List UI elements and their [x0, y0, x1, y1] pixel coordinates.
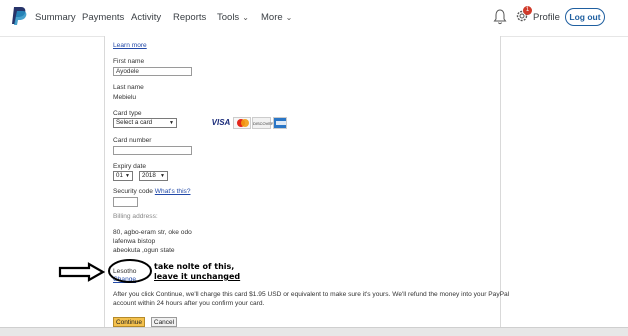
card-type-value: Select a card	[116, 119, 153, 126]
dropdown-arrow-icon: ▼	[125, 173, 130, 179]
billing-address-line3: abeokuta ,ogun state	[113, 247, 175, 254]
card-number-label: Card number	[113, 137, 152, 144]
billing-country: Lesotho	[113, 268, 137, 275]
profile-link[interactable]: Profile	[533, 12, 560, 23]
discover-logo: DISCOVER	[252, 117, 274, 129]
whats-this-link[interactable]: What's this?	[155, 188, 191, 195]
last-name-label: Last name	[113, 84, 144, 91]
card-type-label: Card type	[113, 110, 142, 117]
billing-address-label: Billing address:	[113, 213, 158, 220]
expiry-date-label: Expiry date	[113, 163, 146, 170]
expiry-year-value: 2018	[142, 172, 156, 179]
first-name-label: First name	[113, 58, 145, 65]
nav-activity[interactable]: Activity	[131, 12, 161, 23]
logout-button[interactable]: Log out	[565, 8, 605, 26]
add-card-form: Learn more First name Ayodele Last name …	[104, 36, 509, 335]
last-name-value: Mebielu	[113, 94, 137, 101]
nav-tools[interactable]: Tools ⌄	[217, 12, 249, 23]
nav-payments[interactable]: Payments	[82, 12, 124, 23]
dropdown-arrow-icon: ▼	[169, 120, 174, 126]
nav-more-label: More	[261, 12, 283, 23]
mastercard-logo-icon	[233, 117, 251, 129]
annotation-note: take nolte of this, leave it unchanged	[154, 262, 240, 282]
billing-address-line1: 80, agbo-eram str, oke odo	[113, 229, 192, 236]
chevron-down-icon: ⌄	[242, 13, 249, 22]
expiry-month-value: 01	[116, 172, 123, 179]
annotation-arrow-icon	[58, 262, 106, 282]
cancel-button[interactable]: Cancel	[151, 317, 177, 327]
notification-badge: 1	[523, 6, 532, 15]
disclaimer-line1: After you click Continue, we'll charge t…	[113, 291, 510, 298]
change-address-link[interactable]: Change	[113, 276, 136, 283]
security-code-label: Security code What's this?	[113, 188, 191, 195]
expiry-month-select[interactable]: 01 ▼	[113, 171, 133, 181]
chevron-down-icon: ⌄	[285, 13, 293, 22]
nav-summary[interactable]: Summary	[35, 12, 76, 23]
annotation-line2: leave it unchanged	[154, 272, 241, 281]
learn-more-link[interactable]: Learn more	[113, 42, 147, 49]
bell-icon[interactable]	[493, 9, 507, 25]
paypal-logo-icon[interactable]	[11, 6, 27, 26]
visa-logo: VISA	[211, 118, 231, 127]
expiry-year-select[interactable]: 2018 ▼	[139, 171, 168, 181]
card-number-field[interactable]	[113, 146, 192, 155]
security-code-field[interactable]	[113, 197, 138, 207]
disclaimer-line2: account within 24 hours after you confir…	[113, 300, 265, 307]
continue-button[interactable]: Continue	[113, 317, 145, 327]
nav-tools-label: Tools	[217, 12, 240, 23]
dropdown-arrow-icon: ▼	[160, 173, 165, 179]
billing-address-line2: lafenwa bistop	[113, 238, 156, 245]
nav-more[interactable]: More ⌄	[261, 12, 292, 23]
nav-reports[interactable]: Reports	[173, 12, 206, 23]
first-name-field[interactable]: Ayodele	[113, 67, 192, 76]
panel-left-border	[104, 36, 105, 335]
card-type-select[interactable]: Select a card ▼	[113, 118, 177, 128]
amex-logo-icon	[273, 117, 287, 129]
top-navigation-bar: Summary Payments Activity Reports Tools ⌄…	[0, 0, 628, 37]
security-code-label-text: Security code	[113, 188, 153, 195]
annotation-line1: take nolte of this,	[154, 262, 235, 271]
